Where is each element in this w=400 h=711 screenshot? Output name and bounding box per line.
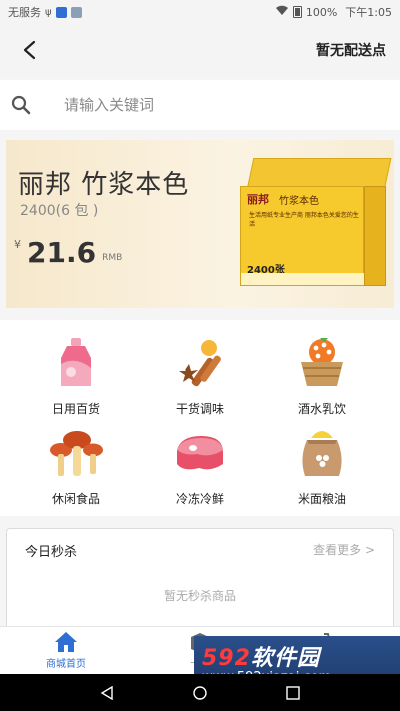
category-label: 休闲食品 — [51, 492, 100, 506]
category-drinks[interactable]: 酒水乳饮 — [276, 334, 368, 420]
category-snacks[interactable]: 休闲食品 — [30, 424, 122, 510]
package-desc: 生活用纸专业生产商 丽邦本色关爱您的生活 — [249, 212, 359, 228]
category-label: 米面粮油 — [297, 492, 346, 506]
banner-subtitle: 2400(6 包 ) — [20, 203, 99, 219]
system-navigation-bar — [0, 674, 400, 711]
category-daily-goods[interactable]: 日用百货 — [30, 334, 122, 420]
product-package-image: 丽邦 竹浆本色 生活用纸专业生产商 丽邦本色关爱您的生活 2400张 — [240, 158, 392, 290]
banner-title: 丽邦 竹浆本色 — [18, 170, 190, 200]
category-label: 冷冻冷鲜 — [175, 492, 224, 506]
clock: 下午1:05 — [345, 6, 392, 19]
category-label: 日用百货 — [51, 402, 100, 416]
view-more-link[interactable]: 查看更多 > — [313, 541, 375, 558]
snacks-icon — [50, 431, 103, 476]
promo-banner[interactable]: 丽邦 竹浆本色 2400(6 包 ) ¥ 21.6 RMB 丽邦 竹浆本色 生活… — [6, 140, 394, 308]
top-nav-bar: 暂无配送点 — [0, 24, 400, 76]
tab-home[interactable]: 商城首页 — [26, 631, 106, 670]
frozen-meat-icon — [177, 436, 223, 470]
tab-label: 商城首页 — [46, 659, 86, 670]
category-frozen[interactable]: 冷冻冷鲜 — [154, 424, 246, 510]
package-name: 竹浆本色 — [279, 196, 319, 207]
flash-sale-empty: 暂无秒杀商品 — [163, 589, 236, 603]
carrier-text: 无服务 — [8, 6, 41, 19]
category-grid: 日用百货 干货调味 酒水乳饮 休闲食品 冷冻冷鲜 米面粮油 — [0, 320, 400, 516]
watermark-number: 592 — [202, 646, 251, 671]
package-logo: 丽邦 — [247, 193, 269, 206]
price-value: 21.6 — [27, 236, 97, 269]
daily-goods-icon — [61, 338, 91, 386]
system-home-icon[interactable] — [193, 685, 207, 700]
back-arrow-icon — [23, 40, 36, 60]
battery-level: 100% — [305, 5, 338, 19]
search-bar[interactable] — [0, 80, 400, 130]
category-grain[interactable]: 米面粮油 — [276, 424, 368, 510]
search-input[interactable] — [64, 96, 364, 114]
flash-sale-title: 今日秒杀 — [25, 545, 78, 560]
spices-icon — [179, 340, 221, 387]
home-icon — [55, 632, 77, 652]
battery-icon — [292, 6, 302, 18]
price-unit: RMB — [102, 253, 123, 263]
watermark-brand: 软件园 — [250, 646, 320, 671]
search-icon — [11, 95, 31, 115]
back-button[interactable] — [16, 36, 44, 64]
package-strip — [241, 273, 365, 285]
wifi-icon — [275, 5, 289, 19]
category-label: 干货调味 — [175, 402, 224, 416]
grain-icon — [302, 431, 342, 476]
system-recents-icon[interactable] — [286, 685, 301, 700]
app-notification-icon — [55, 6, 67, 18]
status-bar: 无服务 ψ 100% 下午1:05 — [0, 0, 400, 24]
gallery-notification-icon — [70, 6, 82, 18]
system-back-icon[interactable] — [100, 685, 114, 700]
category-label: 酒水乳饮 — [297, 402, 346, 416]
package-side — [364, 186, 386, 286]
currency-symbol: ¥ — [14, 238, 21, 251]
package-front: 丽邦 竹浆本色 生活用纸专业生产商 丽邦本色关爱您的生活 2400张 — [240, 186, 365, 286]
category-spices[interactable]: 干货调味 — [154, 334, 246, 420]
banner-price: ¥ 21.6 RMB — [14, 236, 122, 269]
delivery-point-button[interactable]: 暂无配送点 — [316, 40, 386, 60]
usb-icon: ψ — [45, 6, 52, 18]
drinks-icon — [301, 338, 343, 386]
